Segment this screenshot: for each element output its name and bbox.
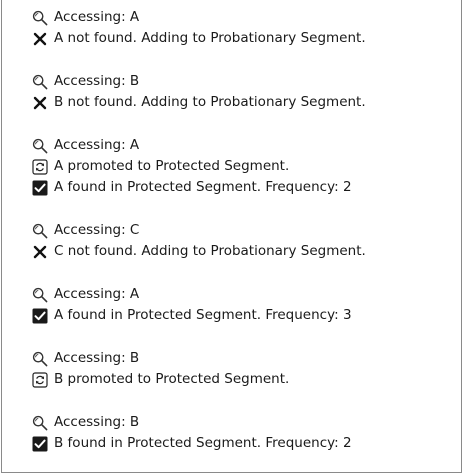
magnifier-icon bbox=[32, 138, 48, 154]
magnifier-icon bbox=[32, 351, 48, 367]
cross-icon bbox=[32, 31, 48, 47]
log-entry-group: Accessing: B B found in Protected Segmen… bbox=[32, 412, 452, 454]
log-line-text: A found in Protected Segment. Frequency:… bbox=[54, 307, 352, 323]
log-line-text: Accessing: A bbox=[54, 9, 140, 25]
log-line-text: Accessing: A bbox=[54, 137, 140, 153]
log-line: Accessing: C bbox=[32, 220, 452, 241]
log-entry-group: Accessing: B B not found. Adding to Prob… bbox=[32, 71, 452, 113]
log-line-text: Accessing: B bbox=[54, 350, 140, 366]
log-line-text: C not found. Adding to Probationary Segm… bbox=[54, 243, 366, 259]
log-line: Accessing: A bbox=[32, 7, 452, 28]
log-panel: Accessing: A A not found. Adding to Prob… bbox=[1, 0, 462, 473]
refresh-icon bbox=[32, 371, 48, 388]
log-line: Accessing: A bbox=[32, 284, 452, 305]
log-line-text: Accessing: C bbox=[54, 222, 140, 238]
log-line: C not found. Adding to Probationary Segm… bbox=[32, 241, 452, 262]
log-entry-group: Accessing: A A not found. Adding to Prob… bbox=[32, 7, 452, 49]
log-entry-group: Accessing: A A promoted to Protected Seg… bbox=[32, 135, 452, 198]
log-line: Accessing: B bbox=[32, 71, 452, 92]
refresh-icon bbox=[32, 158, 48, 175]
log-list: Accessing: A A not found. Adding to Prob… bbox=[32, 7, 452, 454]
log-line-text: A promoted to Protected Segment. bbox=[54, 158, 290, 174]
magnifier-icon bbox=[32, 415, 48, 431]
log-entry-group: Accessing: A A found in Protected Segmen… bbox=[32, 284, 452, 326]
magnifier-icon bbox=[32, 223, 48, 239]
log-line: B found in Protected Segment. Frequency:… bbox=[32, 433, 452, 454]
magnifier-icon bbox=[32, 287, 48, 303]
log-line: B promoted to Protected Segment. bbox=[32, 369, 452, 390]
checkbox-checked-icon bbox=[32, 436, 48, 452]
log-entry-group: Accessing: B B promoted to Protected Seg… bbox=[32, 348, 452, 390]
magnifier-icon bbox=[32, 10, 48, 26]
log-line-text: B not found. Adding to Probationary Segm… bbox=[54, 94, 366, 110]
log-line: Accessing: A bbox=[32, 135, 452, 156]
cross-icon bbox=[32, 244, 48, 260]
log-line-text: B promoted to Protected Segment. bbox=[54, 371, 290, 387]
log-line-text: Accessing: B bbox=[54, 73, 140, 89]
log-line-text: Accessing: A bbox=[54, 286, 140, 302]
log-line: Accessing: B bbox=[32, 348, 452, 369]
log-entry-group: Accessing: C C not found. Adding to Prob… bbox=[32, 220, 452, 262]
log-line-text: Accessing: B bbox=[54, 414, 140, 430]
log-line-text: A found in Protected Segment. Frequency:… bbox=[54, 179, 352, 195]
cross-icon bbox=[32, 95, 48, 111]
log-line: B not found. Adding to Probationary Segm… bbox=[32, 92, 452, 113]
log-line: A found in Protected Segment. Frequency:… bbox=[32, 305, 452, 326]
checkbox-checked-icon bbox=[32, 308, 48, 324]
log-line: A not found. Adding to Probationary Segm… bbox=[32, 28, 452, 49]
log-line: A found in Protected Segment. Frequency:… bbox=[32, 177, 452, 198]
checkbox-checked-icon bbox=[32, 180, 48, 196]
log-line: Accessing: B bbox=[32, 412, 452, 433]
log-line-text: A not found. Adding to Probationary Segm… bbox=[54, 30, 366, 46]
magnifier-icon bbox=[32, 74, 48, 90]
log-line: A promoted to Protected Segment. bbox=[32, 156, 452, 177]
log-line-text: B found in Protected Segment. Frequency:… bbox=[54, 435, 352, 451]
